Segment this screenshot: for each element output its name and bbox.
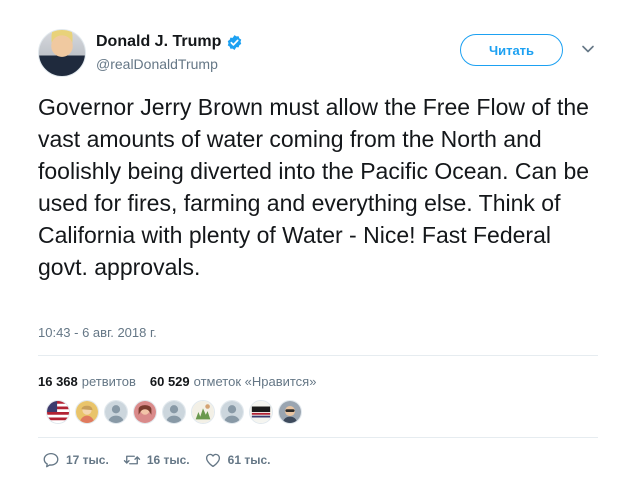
retweets-label[interactable]: ретвитов: [82, 374, 136, 389]
liker-avatar[interactable]: [162, 400, 186, 424]
liker-avatar[interactable]: [133, 400, 157, 424]
retweet-count: 16 тыс.: [146, 453, 190, 467]
likes-count[interactable]: 60 529: [150, 374, 190, 389]
chevron-down-icon[interactable]: [581, 42, 595, 56]
tweet-timestamp[interactable]: 10:43 - 6 авг. 2018 г.: [38, 325, 157, 340]
liker-avatar[interactable]: [46, 400, 70, 424]
liker-avatar[interactable]: [220, 400, 244, 424]
likes-label[interactable]: отметок «Нравится»: [194, 374, 317, 389]
tweet-card: Donald J. Trump @realDonaldTrump Читать …: [0, 0, 636, 477]
liker-avatars: [46, 400, 307, 424]
liker-avatar[interactable]: [104, 400, 128, 424]
tweet-stats: 16 368 ретвитов 60 529 отметок «Нравится…: [38, 374, 330, 389]
reply-count: 17 тыс.: [66, 453, 109, 467]
tweet-text: Governor Jerry Brown must allow the Free…: [38, 94, 590, 280]
divider: [38, 437, 598, 438]
heart-icon: [205, 453, 220, 468]
author-display-name[interactable]: Donald J. Trump: [96, 33, 221, 51]
reply-icon: [43, 452, 59, 468]
like-button[interactable]: 61 тыс.: [204, 451, 271, 469]
like-count: 61 тыс.: [227, 453, 271, 467]
divider: [38, 355, 598, 356]
liker-avatar[interactable]: [278, 400, 302, 424]
retweets-count[interactable]: 16 368: [38, 374, 78, 389]
liker-avatar[interactable]: [191, 400, 215, 424]
liker-avatar[interactable]: [75, 400, 99, 424]
author-name-row[interactable]: Donald J. Trump: [96, 33, 243, 51]
reply-button[interactable]: 17 тыс.: [42, 451, 109, 469]
verified-badge-icon: [228, 34, 242, 50]
retweet-button[interactable]: 16 тыс.: [123, 451, 190, 469]
author-handle[interactable]: @realDonaldTrump: [96, 56, 218, 72]
tweet-actions: 17 тыс. 16 тыс. 61 тыс.: [42, 451, 284, 469]
author-avatar[interactable]: [38, 29, 86, 77]
liker-avatar[interactable]: [249, 400, 273, 424]
follow-button[interactable]: Читать: [460, 34, 563, 66]
retweet-icon: [123, 455, 141, 465]
